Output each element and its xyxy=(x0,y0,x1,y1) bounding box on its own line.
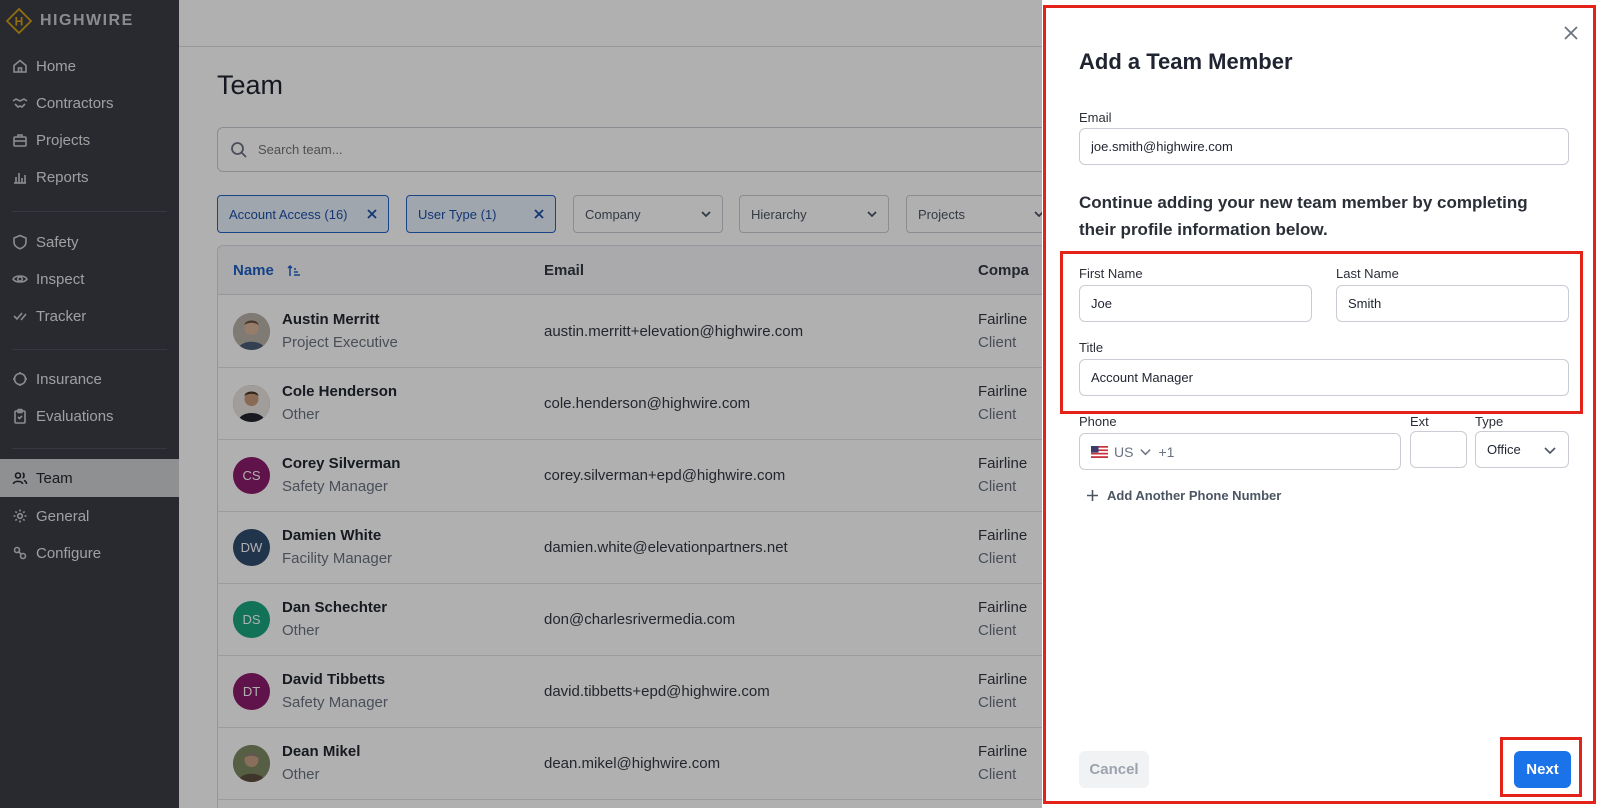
phone-label: Phone xyxy=(1079,414,1117,429)
phone-field[interactable]: US +1 xyxy=(1079,433,1401,470)
email-input[interactable] xyxy=(1091,139,1568,154)
last-name-input[interactable] xyxy=(1348,296,1568,311)
ext-input[interactable] xyxy=(1410,431,1467,468)
add-phone-label: Add Another Phone Number xyxy=(1107,488,1282,503)
close-icon xyxy=(1564,26,1578,40)
email-field[interactable] xyxy=(1079,128,1569,165)
chevron-down-icon xyxy=(1140,449,1152,456)
us-flag-icon xyxy=(1091,445,1108,458)
title-label: Title xyxy=(1079,340,1104,355)
drawer-title: Add a Team Member xyxy=(1079,49,1293,74)
first-name-label: First Name xyxy=(1079,266,1143,281)
close-button[interactable] xyxy=(1560,22,1582,44)
add-phone-number-button[interactable]: Add Another Phone Number xyxy=(1086,488,1281,503)
modal-backdrop[interactable] xyxy=(0,0,1042,808)
cancel-button[interactable]: Cancel xyxy=(1079,751,1149,788)
title-input[interactable] xyxy=(1091,370,1568,385)
next-button[interactable]: Next xyxy=(1514,751,1571,788)
first-name-field[interactable] xyxy=(1079,285,1312,322)
chevron-down-icon xyxy=(1544,446,1556,454)
type-label: Type xyxy=(1475,414,1504,429)
phone-type-value: Office xyxy=(1487,442,1521,457)
phone-type-select[interactable]: Office xyxy=(1475,431,1569,468)
last-name-field[interactable] xyxy=(1336,285,1569,322)
first-name-input[interactable] xyxy=(1091,296,1311,311)
ext-label: Ext xyxy=(1410,414,1429,429)
country-code: US xyxy=(1114,443,1134,460)
email-label: Email xyxy=(1079,110,1112,125)
plus-icon xyxy=(1087,490,1098,501)
phone-prefix: +1 xyxy=(1158,443,1175,460)
country-code-select[interactable]: US +1 xyxy=(1091,444,1174,460)
instructions-text: Continue adding your new team member by … xyxy=(1079,193,1528,239)
last-name-label: Last Name xyxy=(1336,266,1399,281)
title-field[interactable] xyxy=(1079,359,1569,396)
add-team-member-drawer xyxy=(1042,0,1600,808)
